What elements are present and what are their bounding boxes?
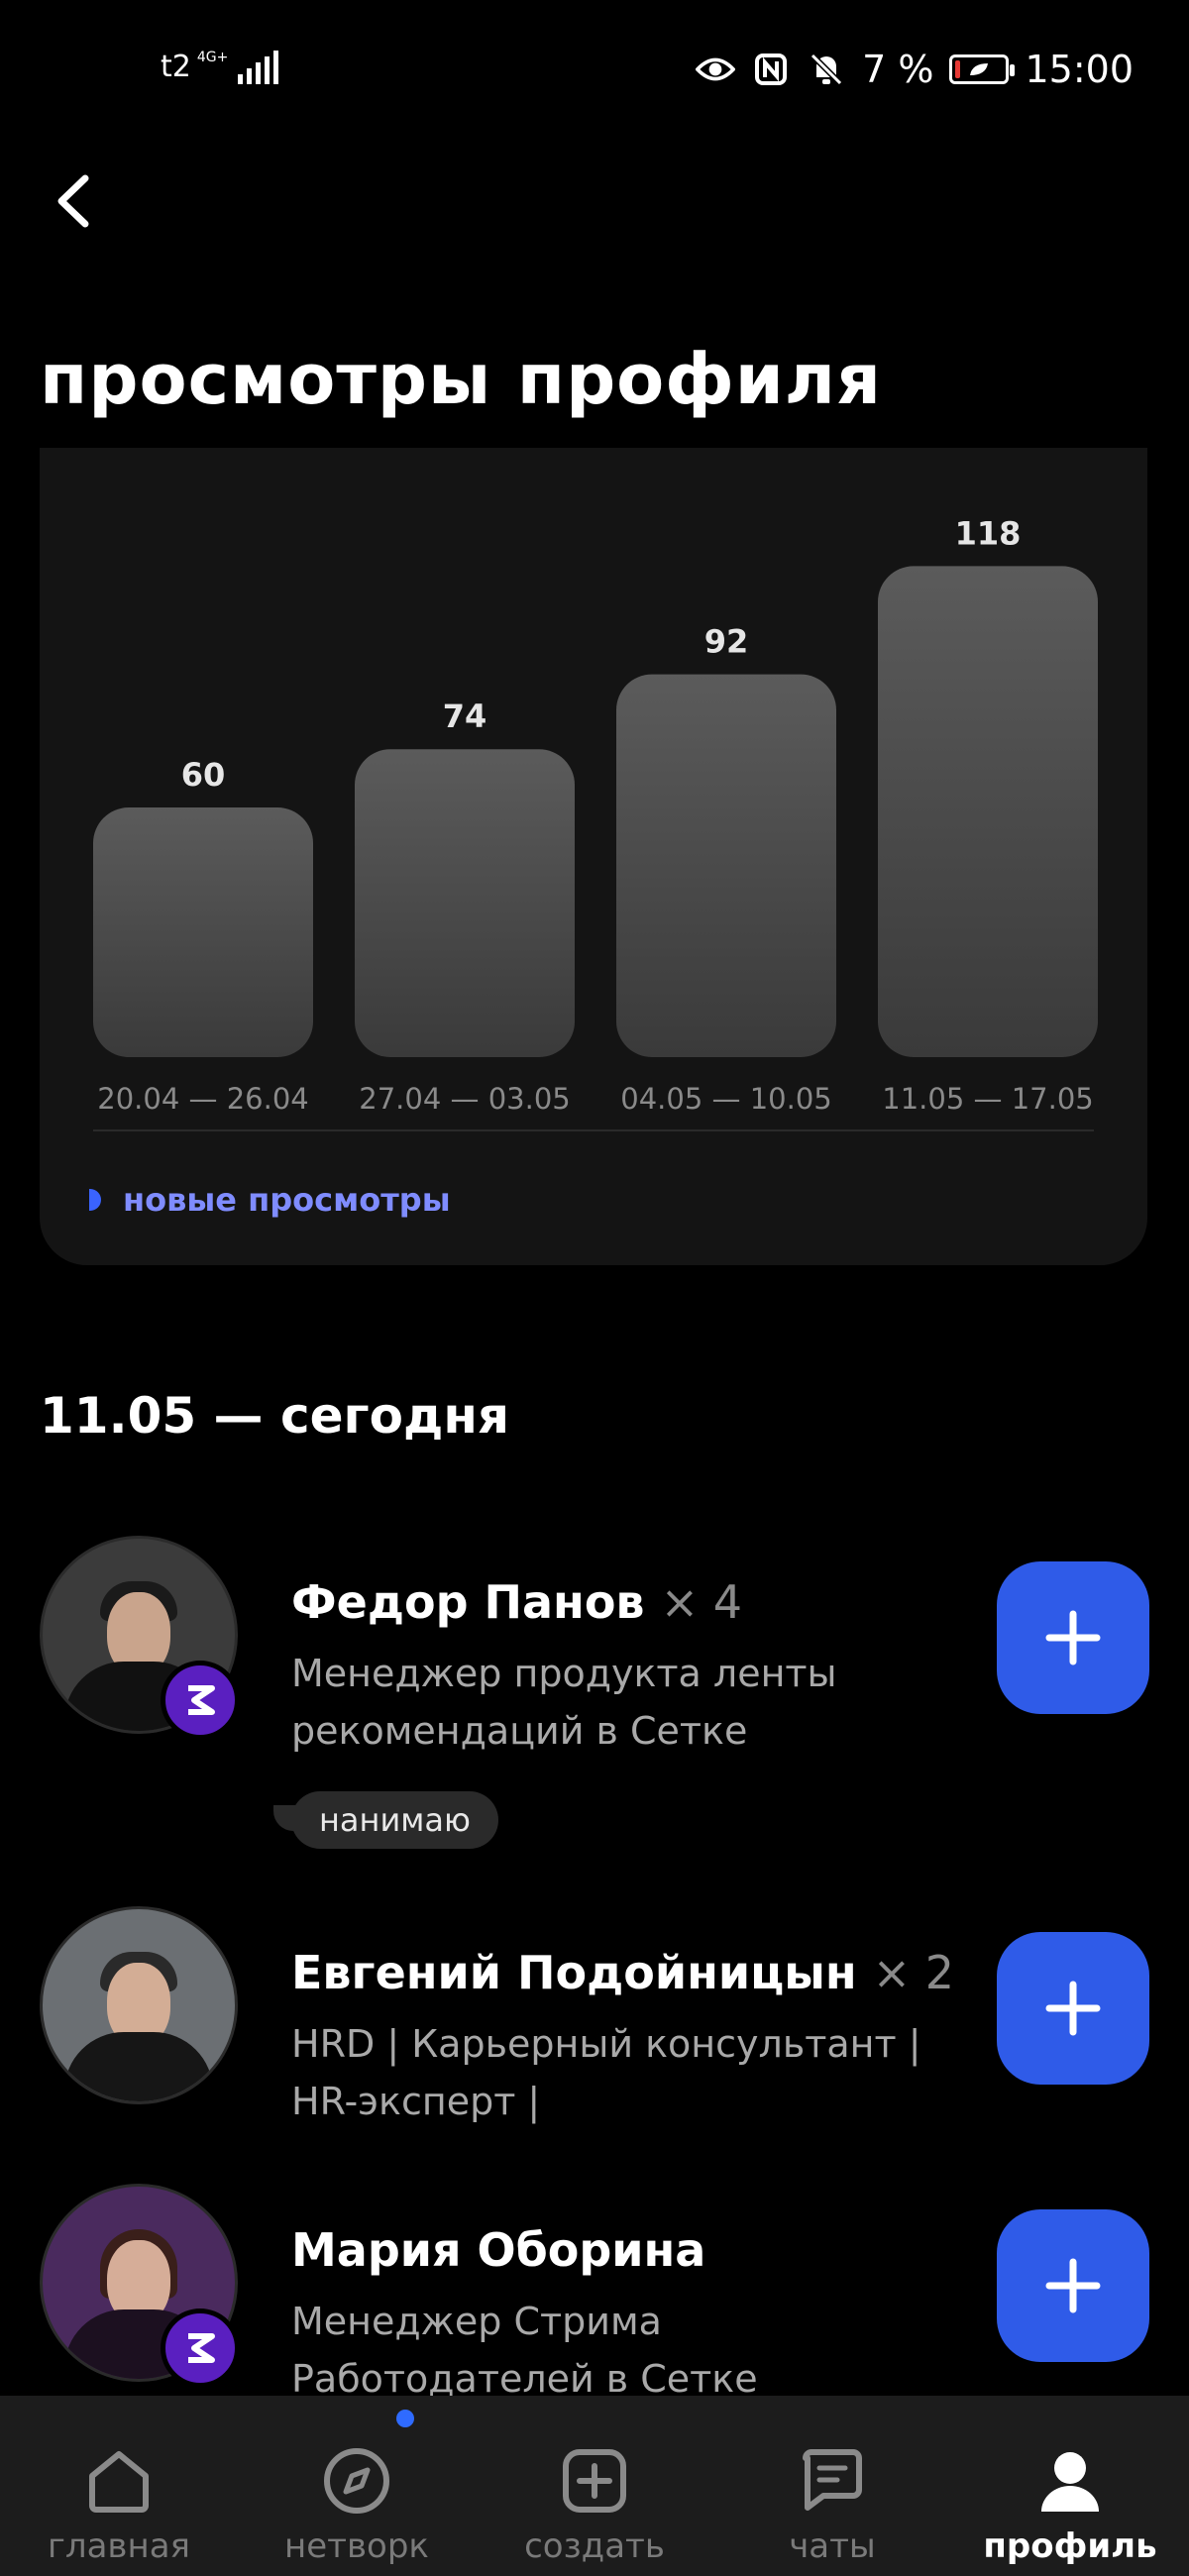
viewer-role: Менеджер продукта ленты рекомендаций в С… <box>291 1652 837 1753</box>
category-label: 11.05 — 17.05 <box>882 1082 1093 1116</box>
nav-label: чаты <box>789 2526 876 2566</box>
bell-off-icon <box>807 52 846 87</box>
nav-item-chats[interactable]: чаты <box>713 2396 951 2576</box>
bar-value-label: 118 <box>955 514 1022 552</box>
viewer-name[interactable]: Федор Панов <box>291 1575 645 1629</box>
section-date-heading: 11.05 — сегодня <box>40 1387 510 1445</box>
home-icon <box>79 2441 159 2521</box>
chart-bar[interactable] <box>616 674 836 1057</box>
nav-label: главная <box>48 2526 190 2566</box>
clock: 15:00 <box>1025 48 1134 91</box>
chart-bar[interactable] <box>355 749 575 1057</box>
compass-icon <box>317 2441 396 2521</box>
page-title: просмотры профиля <box>40 339 882 420</box>
add-contact-button[interactable] <box>997 2209 1149 2362</box>
chart-divider <box>93 1129 1094 1131</box>
add-contact-button[interactable] <box>997 1932 1149 2085</box>
signal-bars-icon <box>238 51 279 84</box>
battery-icon <box>949 54 1016 84</box>
legend-marker <box>89 1189 101 1211</box>
chart-bar[interactable] <box>878 566 1098 1057</box>
view-count: × 4 <box>660 1575 742 1629</box>
nav-item-network[interactable]: нетворк <box>238 2396 476 2576</box>
bar-value-label: 60 <box>181 756 226 794</box>
chart-bar[interactable] <box>93 807 313 1057</box>
nav-label: создать <box>524 2526 665 2566</box>
viewer-name-row[interactable]: Евгений Подойницын × 2 <box>291 1946 954 1999</box>
viewer-name[interactable]: Мария Оборина <box>291 2223 705 2277</box>
notification-dot <box>396 2410 414 2427</box>
viewer-item[interactable]: Федор Панов × 4 Менеджер продукта ленты … <box>40 1536 1149 1863</box>
views-chart-card: 60 20.04 — 26.04 74 27.04 — 03.05 92 04.05 — … <box>40 448 1147 1265</box>
nav-label: профиль <box>983 2526 1157 2566</box>
network-type: 4G+ <box>196 50 229 65</box>
viewer-item[interactable]: Евгений Подойницын × 2 HRD | Карьерный к… <box>40 1906 1149 2134</box>
category-label: 27.04 — 03.05 <box>359 1082 570 1116</box>
nav-label: нетворк <box>284 2526 429 2566</box>
carrier-label: t2 <box>161 50 191 84</box>
setka-badge-icon <box>161 2308 240 2388</box>
chart-legend: новые просмотры <box>89 1181 451 1219</box>
viewer-name-row[interactable]: Мария Оборина <box>291 2223 705 2277</box>
category-label: 20.04 — 26.04 <box>97 1082 308 1116</box>
setka-badge-icon <box>161 1661 240 1740</box>
category-label: 04.05 — 10.05 <box>620 1082 831 1116</box>
plus-square-icon <box>555 2441 634 2521</box>
viewer-name-row[interactable]: Федор Панов × 4 <box>291 1575 742 1629</box>
eye-icon <box>696 52 736 87</box>
viewer-role: HRD | Карьерный консультант | HR-эксперт… <box>291 2022 921 2123</box>
viewer-item[interactable]: Мария Оборина Менеджер Стрима Работодате… <box>40 2184 1149 2401</box>
legend-label: новые просмотры <box>123 1181 451 1219</box>
views-bar-chart: 60 20.04 — 26.04 74 27.04 — 03.05 92 04.05 — … <box>93 514 1098 1116</box>
add-contact-button[interactable] <box>997 1561 1149 1714</box>
plus-icon <box>1045 2258 1101 2313</box>
profile-icon <box>1030 2441 1110 2521</box>
battery-percent: 7 % <box>862 48 934 91</box>
bar-value-label: 92 <box>704 623 749 661</box>
nfc-icon <box>751 52 791 87</box>
avatar[interactable] <box>40 1906 238 2104</box>
back-button[interactable] <box>40 166 109 236</box>
signal-area: t2 4G+ <box>161 50 279 84</box>
chat-icon <box>793 2441 872 2521</box>
chevron-left-icon <box>57 174 89 228</box>
status-bar: t2 4G+ 7 % 15:00 <box>0 0 1189 149</box>
viewer-name[interactable]: Евгений Подойницын <box>291 1946 857 1999</box>
nav-item-profile[interactable]: профиль <box>951 2396 1189 2576</box>
viewer-role: Менеджер Стрима Работодателей в Сетке <box>291 2300 758 2401</box>
plus-icon <box>1045 1981 1101 2036</box>
plus-icon <box>1045 1610 1101 1665</box>
nav-item-home[interactable]: главная <box>0 2396 238 2576</box>
view-count: × 2 <box>872 1946 955 1999</box>
nav-item-create[interactable]: создать <box>476 2396 713 2576</box>
bottom-navigation: главная нетворк создать чаты профиль <box>0 2396 1189 2576</box>
status-icons: 7 % 15:00 <box>696 48 1134 91</box>
hiring-tag: нанимаю <box>273 1791 498 1849</box>
bar-value-label: 74 <box>443 698 487 735</box>
